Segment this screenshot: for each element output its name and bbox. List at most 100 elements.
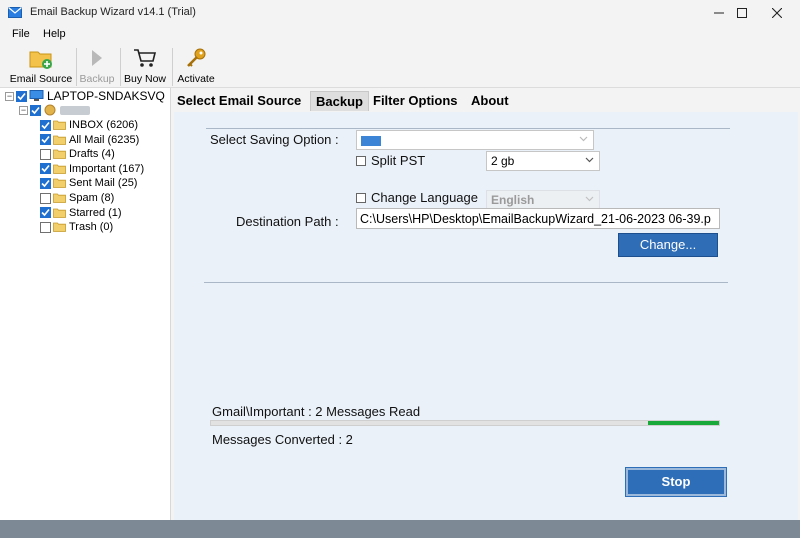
change-language-checkbox[interactable] xyxy=(356,193,366,203)
language-value: English xyxy=(491,193,535,207)
buy-now-button[interactable]: Buy Now xyxy=(122,46,168,86)
folder-checkbox[interactable] xyxy=(40,221,51,233)
close-button[interactable] xyxy=(754,0,800,26)
folder-icon xyxy=(53,135,66,145)
key-icon xyxy=(187,48,206,67)
divider xyxy=(206,128,730,129)
tree-folder-item[interactable]: Drafts (4) xyxy=(40,147,115,161)
check-icon xyxy=(31,106,40,114)
folder-checkbox[interactable] xyxy=(40,163,51,175)
chevron-down-icon xyxy=(585,196,594,202)
split-pst-checkbox[interactable] xyxy=(356,156,366,166)
window-title: Email Backup Wizard v14.1 (Trial) xyxy=(30,6,196,18)
folder-label: Trash (0) xyxy=(69,221,114,234)
email-source-button[interactable]: Email Source xyxy=(8,46,74,86)
collapse-icon[interactable]: − xyxy=(19,105,28,115)
folder-label: INBOX (6206) xyxy=(69,119,139,131)
folder-label: All Mail (6235) xyxy=(69,133,140,146)
check-icon xyxy=(41,121,50,129)
check-icon xyxy=(41,179,50,188)
menu-help[interactable]: Help xyxy=(43,28,66,40)
split-size-select[interactable]: 2 gb xyxy=(486,151,600,171)
stop-button[interactable]: Stop xyxy=(625,467,727,497)
tree-folder-item[interactable]: Important (167) xyxy=(40,162,144,176)
destination-label: Destination Path : xyxy=(236,214,339,229)
tab-select-email-source[interactable]: Select Email Source xyxy=(172,91,306,111)
destination-path-field[interactable]: C:\Users\HP\Desktop\EmailBackupWizard_21… xyxy=(356,208,720,229)
tree-folder-item[interactable]: Trash (0) xyxy=(40,220,113,234)
saving-option-selection xyxy=(361,135,381,146)
change-button[interactable]: Change... xyxy=(618,233,718,257)
folder-label: Important (167) xyxy=(69,162,145,175)
folder-checkbox[interactable] xyxy=(40,177,51,189)
folder-label: Starred (1) xyxy=(69,206,122,219)
folder-label: Drafts (4) xyxy=(69,148,115,161)
check-icon xyxy=(41,165,50,173)
menu-bar: File Help xyxy=(0,26,800,44)
account-checkbox[interactable] xyxy=(30,104,41,116)
tab-backup[interactable]: Backup xyxy=(310,91,369,111)
split-pst-label: Split PST xyxy=(371,153,426,168)
app-envelope-icon xyxy=(8,7,22,18)
tree-folder-item[interactable]: INBOX (6206) xyxy=(40,118,138,132)
divider xyxy=(204,282,728,283)
status-text: Gmail\Important : 2 Messages Read xyxy=(212,404,421,419)
tree-account[interactable]: − xyxy=(19,103,90,117)
converted-count: Messages Converted : 2 xyxy=(212,432,353,447)
check-icon xyxy=(17,92,26,100)
maximize-icon xyxy=(737,8,747,18)
play-icon xyxy=(92,50,102,66)
root-checkbox[interactable] xyxy=(16,90,27,102)
computer-icon xyxy=(29,90,44,101)
toolbar-separator xyxy=(76,48,77,86)
tree-root[interactable]: − LAPTOP-SNDAKSVQ xyxy=(5,89,165,103)
chevron-down-icon xyxy=(579,136,588,142)
toolbar-separator xyxy=(120,48,121,86)
tab-strip: Select Email Source Backup Filter Option… xyxy=(172,88,800,112)
folder-checkbox[interactable] xyxy=(40,119,51,131)
check-icon xyxy=(41,209,50,217)
saving-option-label: Select Saving Option : xyxy=(210,132,339,147)
folder-add-icon xyxy=(29,51,52,69)
cart-icon xyxy=(134,49,157,67)
tab-about[interactable]: About xyxy=(466,91,514,111)
language-select[interactable]: English xyxy=(486,190,600,210)
folder-icon xyxy=(53,222,66,233)
toolbar: Email Source Backup Buy Now Activate xyxy=(0,44,800,88)
tree-folder-item[interactable]: All Mail (6235) xyxy=(40,133,139,147)
progress-bar-fill xyxy=(647,421,719,425)
folder-icon xyxy=(53,149,66,160)
close-icon xyxy=(772,8,782,18)
folder-tree: − LAPTOP-SNDAKSVQ − INBOX (6206) All Mail… xyxy=(0,88,171,520)
menu-file[interactable]: File xyxy=(12,28,30,40)
progress-bar xyxy=(210,420,720,426)
change-language-label: Change Language xyxy=(371,190,478,205)
folder-icon xyxy=(53,208,66,218)
status-bar xyxy=(0,520,800,538)
tab-filter-options[interactable]: Filter Options xyxy=(368,91,463,111)
account-name-redacted xyxy=(60,105,90,115)
computer-name: LAPTOP-SNDAKSVQ xyxy=(47,89,165,103)
collapse-icon[interactable]: − xyxy=(5,91,14,101)
email-source-label: Email Source xyxy=(9,73,73,85)
backup-label: Backup xyxy=(79,73,115,85)
activate-button[interactable]: Activate xyxy=(174,46,218,86)
saving-option-select[interactable] xyxy=(356,130,594,150)
tree-folder-item[interactable]: Sent Mail (25) xyxy=(40,176,137,190)
folder-checkbox[interactable] xyxy=(40,148,51,160)
tree-folder-item[interactable]: Spam (8) xyxy=(40,191,114,205)
folder-icon xyxy=(53,193,66,203)
folder-icon xyxy=(53,164,66,174)
folder-icon xyxy=(53,178,66,189)
title-bar: Email Backup Wizard v14.1 (Trial) xyxy=(0,0,800,26)
folder-checkbox[interactable] xyxy=(40,207,51,219)
backup-button[interactable]: Backup xyxy=(78,46,116,86)
check-icon xyxy=(41,136,50,144)
folder-checkbox[interactable] xyxy=(40,192,51,204)
buy-now-label: Buy Now xyxy=(123,73,166,85)
folder-label: Sent Mail (25) xyxy=(69,177,138,190)
tree-folder-item[interactable]: Starred (1) xyxy=(40,206,122,220)
folder-checkbox[interactable] xyxy=(40,134,51,146)
activate-label: Activate xyxy=(177,73,215,85)
folder-label: Spam (8) xyxy=(69,192,115,204)
